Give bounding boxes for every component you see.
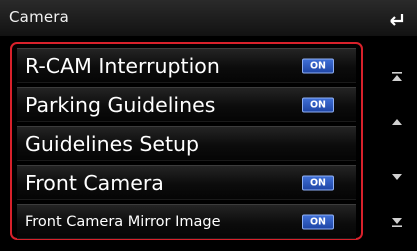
header-bar: Camera xyxy=(0,0,417,36)
item-label: R-CAM Interruption xyxy=(25,53,220,78)
item-label: Front Camera xyxy=(25,170,164,195)
on-badge: ON xyxy=(302,175,334,190)
list-item-front-camera-mirror-image[interactable]: Front Camera Mirror Image ON xyxy=(17,204,356,239)
on-badge: ON xyxy=(302,58,334,73)
scroll-up-icon xyxy=(392,119,402,125)
page-title: Camera xyxy=(9,8,70,26)
scroll-top-button[interactable] xyxy=(383,62,411,92)
scroll-down-icon xyxy=(392,174,402,180)
on-badge: ON xyxy=(302,97,334,112)
scroll-down-button[interactable] xyxy=(383,162,411,192)
list-item-front-camera[interactable]: Front Camera ON xyxy=(17,165,356,200)
scroll-up-button[interactable] xyxy=(383,107,411,137)
list-item-parking-guidelines[interactable]: Parking Guidelines ON xyxy=(17,87,356,122)
scroll-bottom-icon xyxy=(392,218,402,227)
item-label: Guidelines Setup xyxy=(25,131,200,156)
back-button[interactable] xyxy=(384,7,410,33)
item-label: Front Camera Mirror Image xyxy=(25,213,221,230)
item-label: Parking Guidelines xyxy=(25,92,216,117)
scroll-top-icon xyxy=(392,72,402,81)
scroll-bottom-button[interactable] xyxy=(383,207,411,237)
back-arrow-icon xyxy=(390,14,404,26)
list-item-rcam-interruption[interactable]: R-CAM Interruption ON xyxy=(17,48,356,83)
on-badge: ON xyxy=(302,214,334,229)
scrollbar xyxy=(383,62,411,242)
list-item-guidelines-setup[interactable]: Guidelines Setup xyxy=(17,126,356,161)
settings-list: R-CAM Interruption ON Parking Guidelines… xyxy=(17,48,356,243)
